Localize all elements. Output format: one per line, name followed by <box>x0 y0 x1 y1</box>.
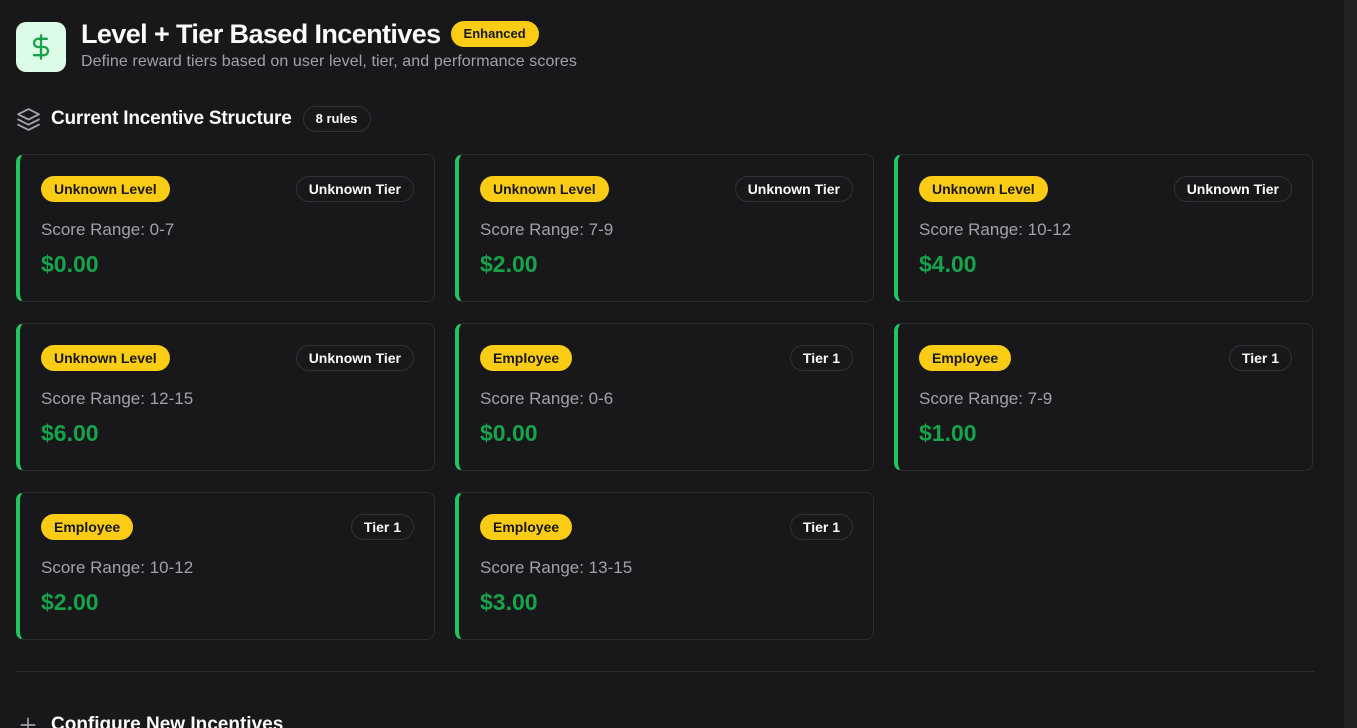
rule-card[interactable]: Unknown Level Unknown Tier Score Range: … <box>16 323 435 471</box>
divider <box>16 671 1314 672</box>
layers-icon <box>17 107 40 131</box>
score-range: Score Range: 0-7 <box>41 220 175 239</box>
rule-card[interactable]: Employee Tier 1 Score Range: 10-12 $2.00 <box>16 492 435 640</box>
dollar-icon <box>16 22 66 72</box>
rule-card[interactable]: Unknown Level Unknown Tier Score Range: … <box>894 154 1313 302</box>
tier-badge: Tier 1 <box>1228 345 1292 371</box>
incentive-amount: $1.00 <box>919 420 977 446</box>
level-badge: Unknown Level <box>41 345 170 371</box>
rule-card[interactable]: Employee Tier 1 Score Range: 7-9 $1.00 <box>894 323 1313 471</box>
page-title: Level + Tier Based Incentives <box>81 18 441 49</box>
incentive-amount: $2.00 <box>41 589 99 615</box>
tier-badge: Tier 1 <box>789 514 853 540</box>
rule-card[interactable]: Employee Tier 1 Score Range: 13-15 $3.00 <box>455 492 874 640</box>
configure-title: Configure New Incentives <box>51 714 284 728</box>
tier-badge: Tier 1 <box>350 514 414 540</box>
tier-badge: Unknown Tier <box>1173 176 1292 202</box>
score-range: Score Range: 13-15 <box>480 558 633 577</box>
incentives-page: Level + Tier Based Incentives Enhanced D… <box>0 0 1357 728</box>
incentive-amount: $0.00 <box>41 251 99 277</box>
enhanced-badge: Enhanced <box>450 21 539 47</box>
tier-badge: Unknown Tier <box>734 176 853 202</box>
incentive-amount: $6.00 <box>41 420 99 446</box>
header-text: Level + Tier Based Incentives Enhanced D… <box>81 18 577 71</box>
score-range: Score Range: 7-9 <box>480 220 614 239</box>
level-badge: Employee <box>480 514 573 540</box>
title-row: Level + Tier Based Incentives Enhanced <box>81 18 577 50</box>
configure-section-header[interactable]: Configure New Incentives <box>18 714 283 728</box>
level-badge: Unknown Level <box>480 176 609 202</box>
rule-card[interactable]: Employee Tier 1 Score Range: 0-6 $0.00 <box>455 323 874 471</box>
score-range: Score Range: 12-15 <box>41 389 194 408</box>
level-badge: Employee <box>41 514 134 540</box>
score-range: Score Range: 0-6 <box>480 389 614 408</box>
score-range: Score Range: 7-9 <box>919 389 1053 408</box>
level-badge: Unknown Level <box>919 176 1048 202</box>
section-title: Current Incentive Structure <box>51 108 292 129</box>
tier-badge: Tier 1 <box>789 345 853 371</box>
page-header: Level + Tier Based Incentives Enhanced D… <box>16 18 577 72</box>
plus-icon <box>20 717 36 728</box>
rule-card[interactable]: Unknown Level Unknown Tier Score Range: … <box>455 154 874 302</box>
score-range: Score Range: 10-12 <box>919 220 1072 239</box>
rule-card[interactable]: Unknown Level Unknown Tier Score Range: … <box>16 154 435 302</box>
incentive-amount: $4.00 <box>919 251 977 277</box>
tier-badge: Unknown Tier <box>295 176 414 202</box>
incentive-amount: $3.00 <box>480 589 538 615</box>
rule-grid: Unknown Level Unknown Tier Score Range: … <box>16 154 1313 640</box>
level-badge: Employee <box>919 345 1012 371</box>
score-range: Score Range: 10-12 <box>41 558 194 577</box>
level-badge: Employee <box>480 345 573 371</box>
scrollbar-track[interactable] <box>1344 0 1357 728</box>
page-subtitle: Define reward tiers based on user level,… <box>81 53 578 70</box>
tier-badge: Unknown Tier <box>295 345 414 371</box>
structure-header: Current Incentive Structure 8 rules <box>16 106 371 132</box>
level-badge: Unknown Level <box>41 176 170 202</box>
incentive-amount: $0.00 <box>480 420 538 446</box>
rules-count-badge: 8 rules <box>302 106 371 132</box>
incentive-amount: $2.00 <box>480 251 538 277</box>
